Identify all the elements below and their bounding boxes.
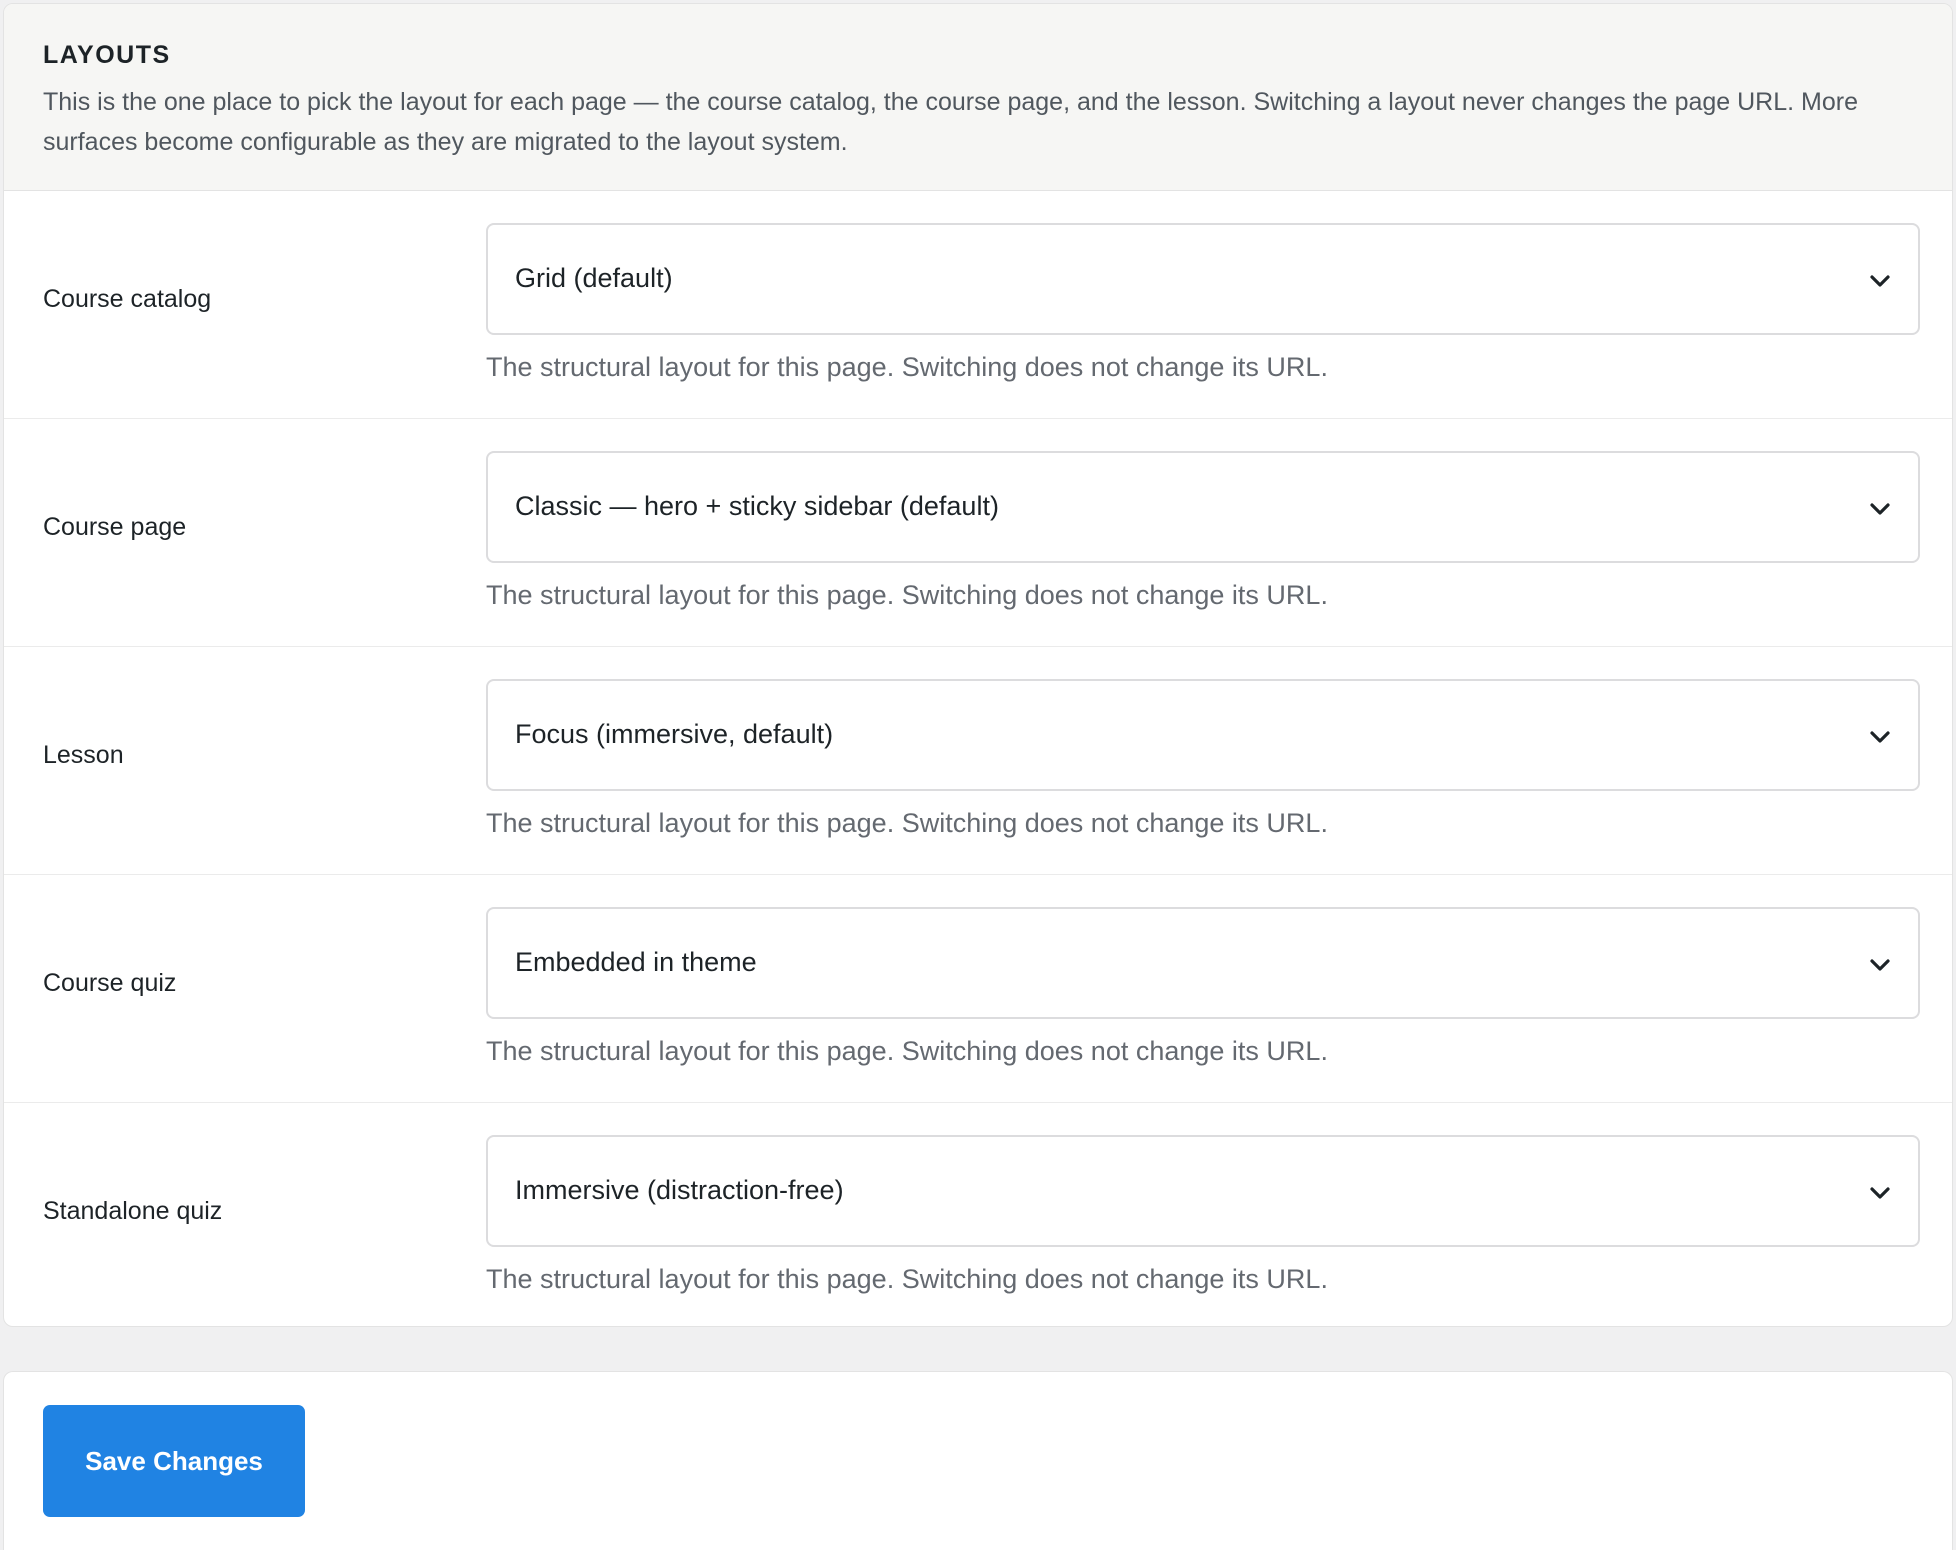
course-catalog-layout-select[interactable]: Grid (default) <box>486 223 1920 335</box>
course-quiz-layout-select[interactable]: Embedded in theme <box>486 907 1920 1019</box>
standalone-quiz-layout-select[interactable]: Immersive (distraction-free) <box>486 1135 1920 1247</box>
layouts-panel: LAYOUTS This is the one place to pick th… <box>3 3 1953 1327</box>
setting-help-text: The structural layout for this page. Swi… <box>486 1036 1328 1066</box>
setting-row-standalone-quiz: Standalone quiz Immersive (distraction-f… <box>4 1103 1952 1326</box>
lesson-layout-select[interactable]: Focus (immersive, default) <box>486 679 1920 791</box>
section-title: LAYOUTS <box>43 41 171 69</box>
chevron-down-icon <box>1870 1187 1890 1199</box>
save-changes-button[interactable]: Save Changes <box>43 1405 305 1517</box>
select-value: Grid (default) <box>515 263 673 293</box>
chevron-down-icon <box>1870 959 1890 971</box>
setting-label: Course quiz <box>43 969 177 997</box>
setting-row-course-quiz: Course quiz Embedded in theme The struct… <box>4 875 1952 1103</box>
setting-label: Course page <box>43 513 187 541</box>
setting-help-text: The structural layout for this page. Swi… <box>486 1264 1328 1294</box>
course-page-layout-select[interactable]: Classic — hero + sticky sidebar (default… <box>486 451 1920 563</box>
chevron-down-icon <box>1870 503 1890 515</box>
select-value: Embedded in theme <box>515 947 757 977</box>
setting-label: Course catalog <box>43 285 212 313</box>
panel-header: LAYOUTS This is the one place to pick th… <box>4 4 1952 191</box>
chevron-down-icon <box>1870 275 1890 287</box>
section-description: This is the one place to pick the layout… <box>43 88 1858 156</box>
setting-row-course-catalog: Course catalog Grid (default) The struct… <box>4 191 1952 419</box>
setting-label: Lesson <box>43 741 124 769</box>
setting-help-text: The structural layout for this page. Swi… <box>486 808 1328 838</box>
setting-label: Standalone quiz <box>43 1197 223 1225</box>
select-value: Classic — hero + sticky sidebar (default… <box>515 491 999 521</box>
select-value: Focus (immersive, default) <box>515 719 834 749</box>
setting-help-text: The structural layout for this page. Swi… <box>486 352 1328 382</box>
setting-row-lesson: Lesson Focus (immersive, default) The st… <box>4 647 1952 875</box>
chevron-down-icon <box>1870 731 1890 743</box>
setting-help-text: The structural layout for this page. Swi… <box>486 580 1328 610</box>
setting-row-course-page: Course page Classic — hero + sticky side… <box>4 419 1952 647</box>
footer-bar: Save Changes <box>3 1371 1953 1550</box>
select-value: Immersive (distraction-free) <box>515 1175 844 1205</box>
